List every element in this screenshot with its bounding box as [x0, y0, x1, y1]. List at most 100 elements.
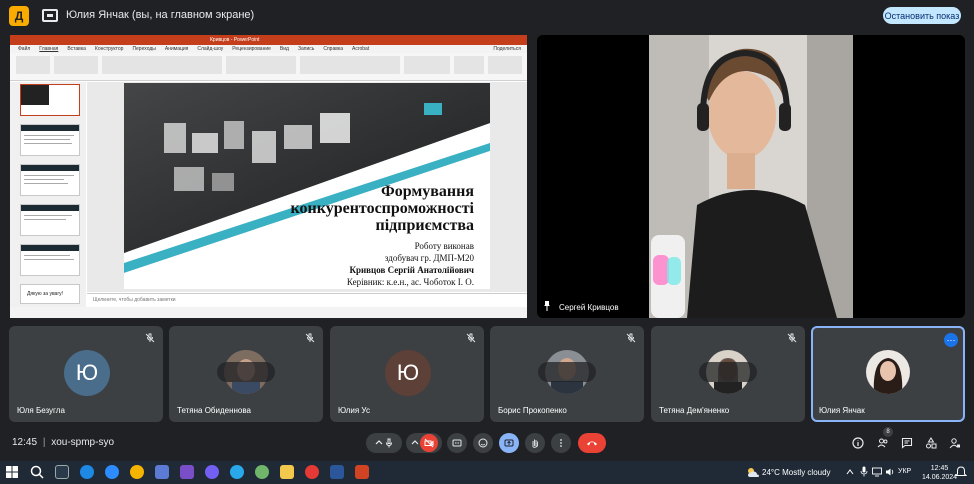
teams-icon[interactable]: [180, 465, 194, 479]
ppt-menu-item: Конструктор: [94, 46, 124, 52]
slide-thumbnails: Дякую за увагу!: [10, 82, 86, 307]
slide-thumbnail: [20, 84, 80, 116]
stop-presenting-button[interactable]: Остановить показ: [883, 7, 961, 24]
more-options-icon[interactable]: ⋯: [944, 333, 958, 347]
presenting-title: Юлия Янчак (вы, на главном экране): [66, 9, 255, 21]
reactions-button[interactable]: [473, 433, 493, 453]
meeting-info: 12:45 | xou-spmp-syo: [12, 437, 115, 448]
participant-tile[interactable]: Тетяна Дем'яненко: [651, 326, 805, 422]
tile-controls[interactable]: [699, 362, 757, 382]
telegram-icon[interactable]: [230, 465, 244, 479]
app-icon[interactable]: [155, 465, 169, 479]
speaker-video: [537, 35, 965, 318]
raise-hand-button[interactable]: [525, 433, 545, 453]
chat-button[interactable]: [897, 433, 917, 453]
slide-thumbnail: [20, 244, 80, 276]
lock-person-icon: [949, 438, 960, 449]
slide-title-line: підприємства: [375, 217, 474, 234]
ribbon-group: [102, 56, 222, 74]
slide-thumbnail: Дякую за увагу!: [20, 284, 80, 304]
ribbon-group: [226, 56, 296, 74]
ribbon-group: [404, 56, 450, 74]
thumb-line: [24, 255, 70, 256]
ppt-menu-item: Вид: [279, 46, 289, 52]
thumb-line: [24, 183, 68, 184]
ppt-menu-item: Файл: [18, 46, 31, 52]
mic-button[interactable]: [366, 433, 402, 453]
captions-button[interactable]: [447, 433, 467, 453]
taskbar-clock[interactable]: 12:45 14.06.2024: [922, 464, 957, 482]
ribbon-group: [300, 56, 400, 74]
task-view-icon[interactable]: [55, 465, 69, 479]
present-button[interactable]: [499, 433, 519, 453]
chevron-up-icon[interactable]: [846, 468, 854, 476]
speaker-video-tile[interactable]: [537, 35, 965, 318]
ppt-menu-item: Справка: [323, 46, 343, 52]
slide-title: Формування конкурентоспроможності підпри…: [214, 183, 474, 234]
avatar: [866, 350, 910, 394]
participant-tile[interactable]: Тетяна Обиденнова: [169, 326, 323, 422]
mic-off-icon: [305, 333, 315, 343]
ribbon-group: [488, 56, 522, 74]
mic-off-icon: [787, 333, 797, 343]
mic-icon[interactable]: [860, 466, 868, 477]
ribbon-group: [16, 56, 50, 74]
app-icon[interactable]: [255, 465, 269, 479]
host-controls-button[interactable]: [945, 433, 965, 453]
viber-icon[interactable]: [205, 465, 219, 479]
language-indicator[interactable]: УКР: [898, 468, 911, 475]
avatar: Ю: [385, 350, 431, 396]
ppt-ribbon: [10, 53, 527, 81]
participant-name: Борис Прокопенко: [498, 406, 567, 415]
ppt-statusbar: [10, 307, 527, 318]
people-button[interactable]: [873, 433, 893, 453]
word-icon[interactable]: [330, 465, 344, 479]
file-explorer-icon[interactable]: [280, 465, 294, 479]
thumb-band: [21, 245, 79, 251]
edge-icon[interactable]: [80, 465, 94, 479]
avatar-photo: [866, 350, 910, 394]
opera-icon[interactable]: [305, 465, 319, 479]
hand-icon: [532, 439, 538, 448]
activities-button[interactable]: [921, 433, 941, 453]
participant-tile[interactable]: Борис Прокопенко: [490, 326, 644, 422]
arc-icon[interactable]: [130, 465, 144, 479]
weather-status[interactable]: 24°C Mostly cloudy: [762, 468, 831, 477]
more-options-button[interactable]: [551, 433, 571, 453]
pin-icon[interactable]: [543, 301, 551, 311]
thumb-line: [24, 143, 72, 144]
thumb-band: [21, 205, 79, 211]
camera-button[interactable]: [406, 433, 442, 453]
ribbon-group: [54, 56, 98, 74]
mic-icon: [386, 438, 392, 448]
tile-controls[interactable]: [538, 362, 596, 382]
slide-author-name: Кривцов Сергій Анатолійович: [349, 265, 474, 275]
powerpoint-icon[interactable]: [355, 465, 369, 479]
activities-icon: [926, 437, 937, 449]
zoom-icon[interactable]: [105, 465, 119, 479]
tile-controls[interactable]: [217, 362, 275, 382]
participant-name: Юлия Янчак: [819, 406, 865, 415]
participant-tile-self[interactable]: ⋯ Юлия Янчак: [811, 326, 965, 422]
meeting-clock: 12:45: [12, 437, 38, 448]
ppt-menu-item: Запись: [297, 46, 315, 52]
search-icon[interactable]: [30, 465, 44, 479]
camera-off-icon: [420, 434, 438, 452]
meeting-details-button[interactable]: [848, 433, 868, 453]
leave-call-button[interactable]: [578, 433, 606, 453]
meeting-code: xou-spmp-syo: [51, 437, 115, 448]
participant-tile[interactable]: Ю Юля Безугла: [9, 326, 163, 422]
network-icon[interactable]: [872, 467, 882, 477]
chevron-up-icon: [375, 440, 383, 445]
windows-start-icon[interactable]: [6, 466, 18, 478]
participant-tile[interactable]: Ю Юлия Ус: [330, 326, 484, 422]
captions-icon: [452, 439, 462, 447]
thumb-image: [21, 85, 49, 105]
thumb-band: [21, 125, 79, 131]
notifications-icon[interactable]: [955, 466, 967, 478]
slide-title-line: Формування: [380, 183, 474, 200]
ribbon-group: [454, 56, 484, 74]
participant-name: Юлия Ус: [338, 406, 370, 415]
ppt-menu-item: Acrobat: [351, 46, 370, 52]
volume-icon[interactable]: [885, 467, 895, 477]
